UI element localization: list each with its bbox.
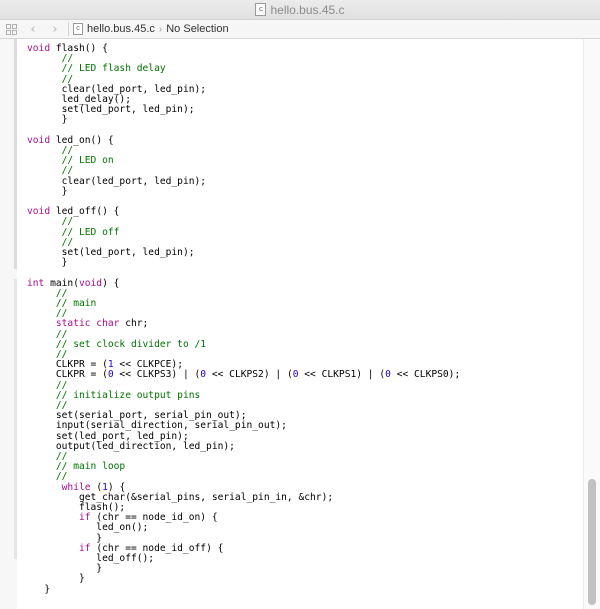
- c-file-icon: c: [73, 23, 83, 35]
- jump-bar: ‹ › c hello.bus.45.c › No Selection: [0, 20, 600, 39]
- window-title-group: c hello.bus.45.c: [255, 2, 345, 17]
- code-token: ) {: [102, 277, 120, 289]
- code-token: }: [27, 114, 68, 126]
- code-line[interactable]: }: [27, 114, 68, 126]
- code-editor[interactable]: void flash() { // // LED flash delay // …: [27, 40, 584, 609]
- breadcrumb-selection[interactable]: No Selection: [166, 23, 228, 35]
- code-token: << CLKPS2) | (: [206, 369, 293, 381]
- code-line[interactable]: }: [27, 185, 68, 197]
- chevron-right-icon: ›: [158, 23, 163, 35]
- code-line[interactable]: }: [27, 583, 51, 595]
- back-button[interactable]: ‹: [22, 20, 44, 38]
- breadcrumb-file[interactable]: hello.bus.45.c: [87, 23, 155, 35]
- scrollbar-thumb[interactable]: [588, 479, 596, 605]
- keyword-token: void: [78, 277, 103, 289]
- vertical-scrollbar[interactable]: [583, 39, 600, 609]
- code-line[interactable]: }: [27, 257, 68, 269]
- code-token: }: [27, 185, 68, 197]
- code-token: }: [27, 583, 51, 595]
- code-token: chr;: [119, 318, 149, 330]
- code-token: << CLKPS0);: [390, 369, 461, 381]
- code-token: << CLKPS3) | (: [113, 369, 201, 381]
- c-file-icon: c: [255, 3, 267, 16]
- window-title: hello.bus.45.c: [270, 2, 345, 17]
- code-fold-ribbon[interactable]: [14, 279, 17, 559]
- breadcrumb: c hello.bus.45.c › No Selection: [73, 23, 229, 35]
- related-items-icon[interactable]: [0, 20, 22, 38]
- code-token: }: [27, 257, 68, 269]
- code-fold-ribbon[interactable]: [14, 39, 17, 269]
- code-line[interactable]: CLKPR = (0 << CLKPS3) | (0 << CLKPS2) | …: [27, 370, 460, 380]
- divider: [68, 22, 69, 36]
- forward-button[interactable]: ›: [44, 20, 66, 38]
- grid-icon: [5, 23, 17, 35]
- editor-gutter: [0, 39, 17, 609]
- code-token: << CLKPS1) | (: [298, 369, 386, 381]
- window-titlebar: c hello.bus.45.c: [0, 0, 600, 20]
